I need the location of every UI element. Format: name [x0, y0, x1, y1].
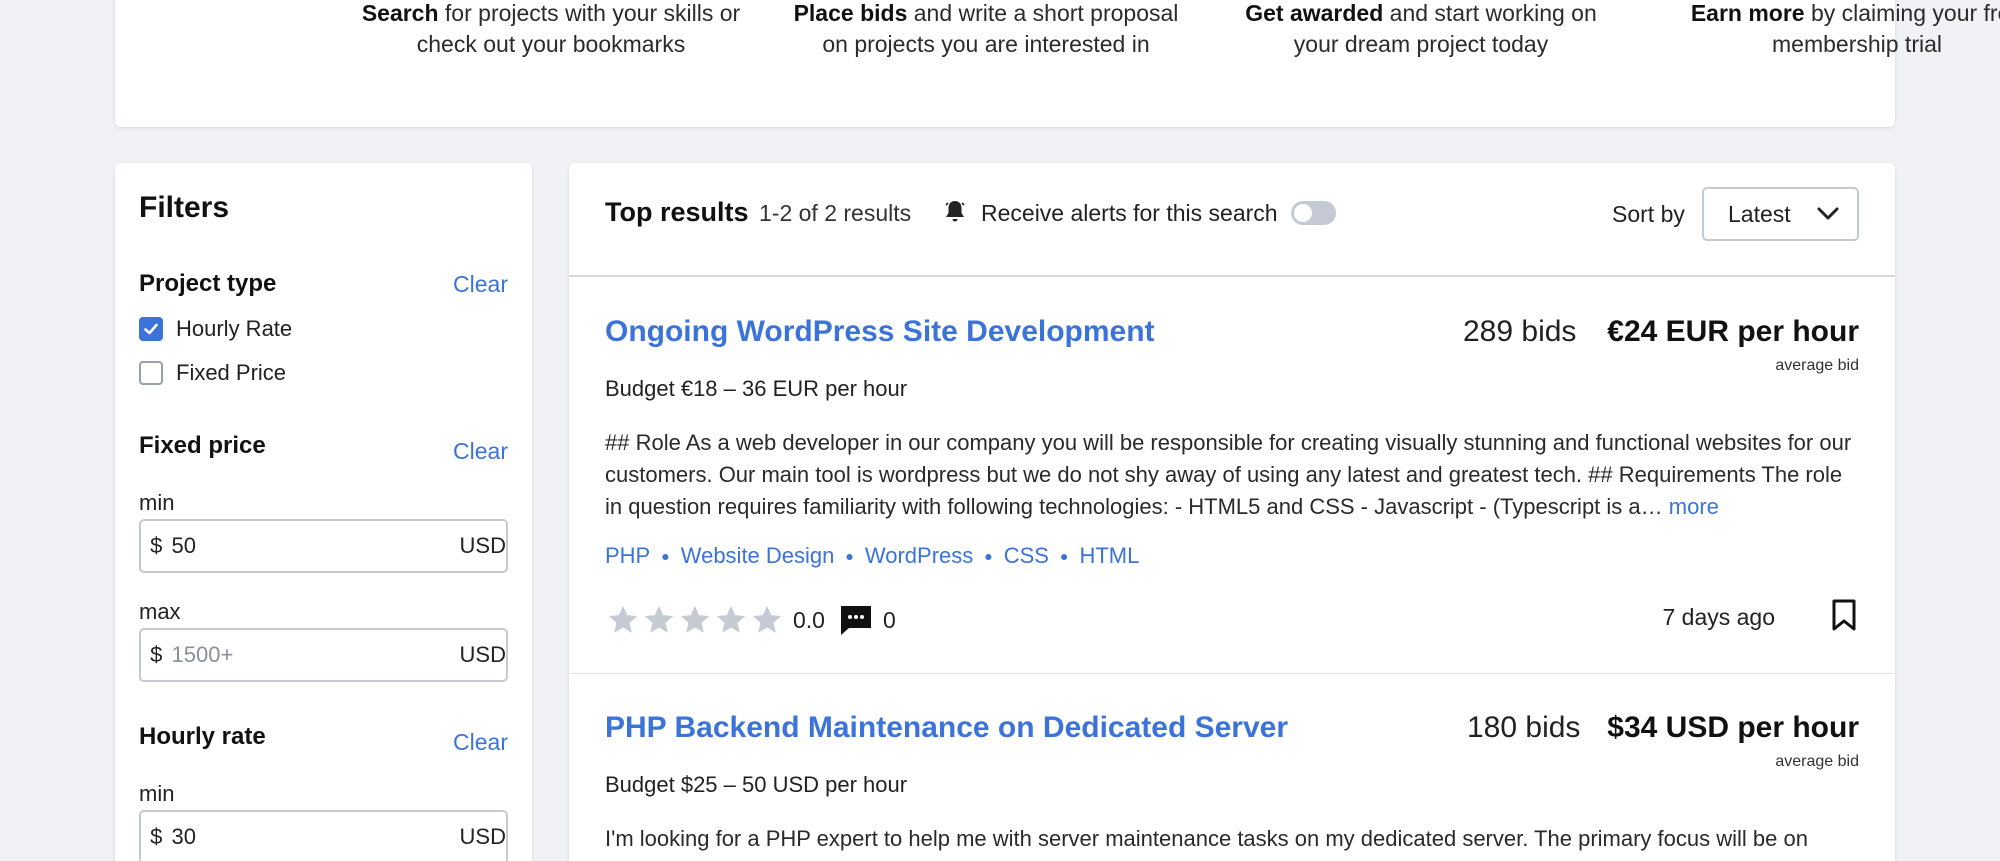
currency-symbol: $: [150, 642, 163, 667]
star-icon: [752, 605, 782, 633]
hourly-rate-label: Hourly Rate: [176, 316, 293, 341]
project-description: ## Role As a web developer in our compan…: [605, 430, 1852, 519]
star-icon: [680, 605, 710, 633]
currency-symbol: $: [150, 533, 163, 558]
step-search: Search for projects with your skills or …: [361, 0, 741, 57]
fixed-price-min-label: min: [139, 490, 175, 515]
project-price: $34 USD per hour: [1607, 711, 1859, 744]
project-price: €24 EUR per hour: [1607, 315, 1859, 348]
bell-icon: [943, 199, 967, 230]
rating-value: 0.0: [793, 606, 825, 633]
currency-symbol: $: [150, 824, 163, 849]
tag-separator-icon: ●: [661, 548, 670, 564]
filters-panel: Filters Project type Clear Hourly Rate F…: [115, 163, 532, 861]
hourly-rate-checkbox[interactable]: Hourly Rate: [139, 316, 292, 342]
hourly-rate-clear-link[interactable]: Clear: [453, 729, 508, 756]
tag-link[interactable]: WordPress: [865, 543, 973, 569]
fixed-price-title: Fixed price: [139, 432, 266, 459]
step-earn-more: Earn more by claiming your free membersh…: [1690, 0, 2000, 57]
project-tags: PHP ● Website Design ● WordPress ● CSS ● HTM…: [605, 543, 1139, 569]
project-budget: Budget €18 – 36 EUR per hour: [605, 376, 908, 401]
fixed-price-min-input[interactable]: [171, 533, 460, 559]
project-card: Ongoing WordPress Site Development 289 b…: [569, 277, 1895, 635]
comment-icon: [840, 606, 871, 635]
star-icon: [608, 605, 638, 633]
results-title: Top results: [605, 197, 749, 227]
filters-title: Filters: [139, 191, 230, 224]
chevron-down-icon: [1817, 207, 1839, 220]
rating-stars: [605, 603, 785, 637]
currency-unit: USD: [459, 642, 506, 667]
star-icon: [644, 605, 674, 633]
project-type-title: Project type: [139, 270, 277, 297]
star-icon: [716, 605, 746, 633]
hourly-rate-min-label: min: [139, 781, 175, 806]
step-place-bids: Place bids and write a short proposal on…: [793, 0, 1179, 57]
project-meta: 0.0 0: [605, 603, 896, 637]
checkbox-empty-icon[interactable]: [139, 361, 163, 385]
results-count: 1-2 of 2 results: [759, 200, 912, 226]
fixed-price-min-field[interactable]: $ USD: [139, 519, 508, 573]
hourly-rate-min-input[interactable]: [171, 824, 460, 850]
results-header: Top results 1-2 of 2 results Receive ale…: [569, 163, 1895, 277]
tag-link[interactable]: HTML: [1079, 543, 1139, 569]
alert-label: Receive alerts for this search: [981, 200, 1278, 226]
fixed-price-label: Fixed Price: [176, 360, 287, 385]
sort-select[interactable]: Latest: [1702, 187, 1859, 241]
project-card: PHP Backend Maintenance on Dedicated Ser…: [569, 673, 1895, 861]
project-bids: 180 bids: [1467, 711, 1581, 744]
step-get-awarded: Get awarded and start working on your dr…: [1245, 0, 1597, 57]
bookmark-icon[interactable]: [1831, 599, 1857, 631]
tag-separator-icon: ●: [984, 548, 993, 564]
more-link[interactable]: more: [1669, 494, 1719, 519]
review-count: 0: [882, 606, 896, 633]
tag-link[interactable]: PHP: [605, 543, 650, 569]
alert-toggle[interactable]: [1291, 201, 1336, 225]
fixed-price-checkbox[interactable]: Fixed Price: [139, 360, 286, 386]
average-bid-label: average bid: [1775, 357, 1859, 374]
average-bid-label: average bid: [1775, 753, 1859, 770]
currency-unit: USD: [459, 533, 506, 558]
project-type-clear-link[interactable]: Clear: [453, 271, 508, 298]
bookmark-button[interactable]: [1831, 599, 1857, 636]
how-it-works-card: Search for projects with your skills or …: [115, 0, 2000, 127]
project-budget: Budget $25 – 50 USD per hour: [605, 772, 908, 797]
project-title-link[interactable]: Ongoing WordPress Site Development: [605, 315, 1155, 349]
tag-link[interactable]: CSS: [1004, 543, 1049, 569]
project-bids: 289 bids: [1463, 315, 1577, 348]
toggle-knob: [1294, 204, 1312, 222]
project-description: I'm looking for a PHP expert to help me …: [605, 826, 1808, 851]
sort-value: Latest: [1728, 200, 1791, 227]
hourly-rate-min-field[interactable]: $ USD: [139, 810, 508, 861]
project-title-link[interactable]: PHP Backend Maintenance on Dedicated Ser…: [605, 711, 1288, 745]
tag-link[interactable]: Website Design: [681, 543, 835, 569]
results-panel: Top results 1-2 of 2 results Receive ale…: [569, 163, 1895, 861]
fixed-price-clear-link[interactable]: Clear: [453, 438, 508, 465]
hourly-rate-title: Hourly rate: [139, 723, 266, 750]
checkbox-checked-icon[interactable]: [139, 317, 163, 341]
fixed-price-max-label: max: [139, 599, 181, 624]
currency-unit: USD: [459, 824, 506, 849]
project-age: 7 days ago: [1662, 604, 1775, 630]
fixed-price-max-field[interactable]: $ USD: [139, 628, 508, 682]
sort-label: Sort by: [1612, 201, 1685, 227]
fixed-price-max-input[interactable]: [171, 642, 460, 668]
tag-separator-icon: ●: [1059, 548, 1069, 564]
tag-separator-icon: ●: [845, 548, 854, 564]
